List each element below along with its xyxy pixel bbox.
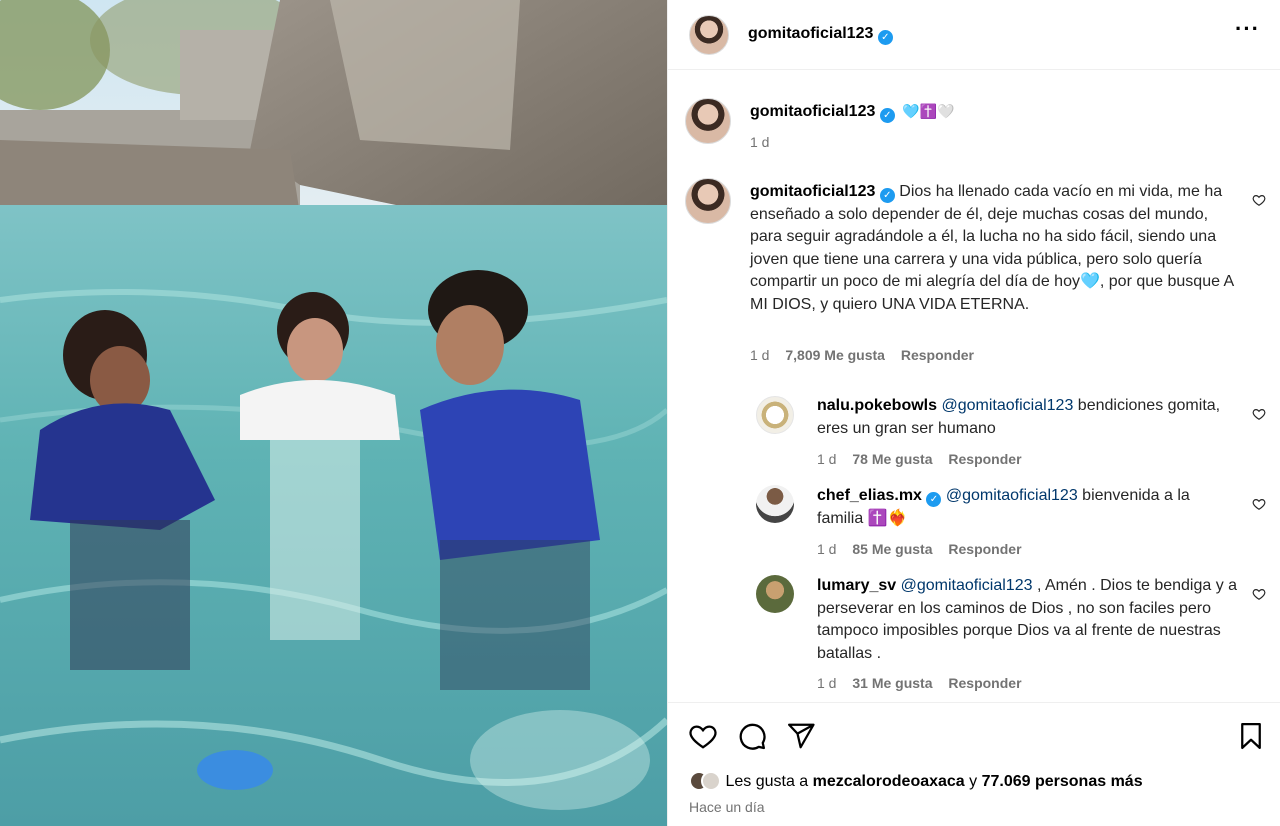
like-reply-heart-icon[interactable] <box>1252 407 1266 421</box>
reply-meta: 1 d 78 Me gusta Responder <box>817 451 1022 467</box>
save-bookmark-icon[interactable] <box>1236 721 1266 751</box>
comment-username[interactable]: gomitaoficial123 <box>750 183 875 200</box>
author-name-row: gomitaoficial123 ✓ <box>748 25 893 45</box>
share-send-icon[interactable] <box>786 721 816 751</box>
reply-avatar[interactable] <box>756 575 794 613</box>
verified-badge-icon: ✓ <box>877 30 893 45</box>
likes-count-link[interactable]: 77.069 personas más <box>982 773 1143 790</box>
comment-reply-button[interactable]: Responder <box>901 347 974 363</box>
caption-emojis: 🩵✝️🤍 <box>902 103 955 119</box>
reply-mention-link[interactable]: @gomitaoficial123 <box>946 487 1078 504</box>
verified-badge-icon: ✓ <box>879 108 895 123</box>
reply-avatar[interactable] <box>756 485 794 523</box>
reply-username[interactable]: chef_elias.mx <box>817 487 922 504</box>
comment-meta: 1 d 7,809 Me gusta Responder <box>750 347 974 363</box>
author-username[interactable]: gomitaoficial123 <box>748 25 873 42</box>
caption-avatar[interactable] <box>685 98 731 144</box>
reply-avatar[interactable] <box>756 396 794 434</box>
post-timestamp[interactable]: Hace un día <box>689 799 765 815</box>
liker-avatar <box>701 771 721 791</box>
post-photo[interactable] <box>0 0 667 826</box>
likes-summary[interactable]: Les gusta a mezcalorodeoaxaca y 77.069 p… <box>689 771 1143 791</box>
like-comment-heart-icon[interactable] <box>1252 193 1266 207</box>
more-options-icon[interactable]: ··· <box>1235 18 1259 46</box>
reply-text: nalu.pokebowls @gomitaoficial123 bendici… <box>817 395 1237 440</box>
like-heart-icon[interactable] <box>688 721 718 751</box>
post-photo-illustration <box>0 0 667 826</box>
comment-bubble-icon[interactable] <box>737 721 767 751</box>
reply-meta: 1 d 85 Me gusta Responder <box>817 541 1022 557</box>
comment-time[interactable]: 1 d <box>750 347 769 363</box>
likes-middle: y <box>964 773 982 790</box>
reply-mention-link[interactable]: @gomitaoficial123 <box>941 397 1073 414</box>
post-actions: Les gusta a mezcalorodeoaxaca y 77.069 p… <box>668 702 1280 826</box>
comment-body: Dios ha llenado cada vacío en mi vida, m… <box>750 183 1234 313</box>
reply-username[interactable]: lumary_sv <box>817 577 896 594</box>
author-avatar[interactable] <box>689 15 729 55</box>
reply-time[interactable]: 1 d <box>817 675 836 691</box>
main-comment-text: gomitaoficial123 ✓ Dios ha llenado cada … <box>750 181 1240 316</box>
reply-meta: 1 d 31 Me gusta Responder <box>817 675 1022 691</box>
comment-likes[interactable]: 7,809 Me gusta <box>785 347 885 363</box>
reply-time[interactable]: 1 d <box>817 451 836 467</box>
post-header: gomitaoficial123 ✓ ··· <box>668 0 1280 70</box>
like-reply-heart-icon[interactable] <box>1252 497 1266 511</box>
post-detail-panel: gomitaoficial123 ✓ ··· gomitaoficial123 … <box>667 0 1280 826</box>
likes-user-link[interactable]: mezcalorodeoaxaca <box>813 773 965 790</box>
likes-prefix: Les gusta a <box>725 773 813 790</box>
comment-avatar[interactable] <box>685 178 731 224</box>
reply-username[interactable]: nalu.pokebowls <box>817 397 937 414</box>
reply-text: lumary_sv @gomitaoficial123 , Amén . Dio… <box>817 575 1242 665</box>
reply-reply-button[interactable]: Responder <box>948 451 1021 467</box>
like-reply-heart-icon[interactable] <box>1252 587 1266 601</box>
reply-text: chef_elias.mx ✓ @gomitaoficial123 bienve… <box>817 485 1237 530</box>
comments-list[interactable]: gomitaoficial123 ✓ 🩵✝️🤍 1 d gomitaoficia… <box>668 71 1280 702</box>
verified-badge-icon: ✓ <box>879 188 895 203</box>
reply-likes[interactable]: 85 Me gusta <box>852 541 932 557</box>
reply-reply-button[interactable]: Responder <box>948 541 1021 557</box>
reply-mention-link[interactable]: @gomitaoficial123 <box>901 577 1033 594</box>
verified-badge-icon: ✓ <box>926 492 942 507</box>
reply-likes[interactable]: 78 Me gusta <box>852 451 932 467</box>
caption-time[interactable]: 1 d <box>750 134 769 150</box>
reply-time[interactable]: 1 d <box>817 541 836 557</box>
caption-username[interactable]: gomitaoficial123 <box>750 103 875 120</box>
reply-likes[interactable]: 31 Me gusta <box>852 675 932 691</box>
caption-row: gomitaoficial123 ✓ 🩵✝️🤍 <box>750 103 955 123</box>
reply-reply-button[interactable]: Responder <box>948 675 1021 691</box>
